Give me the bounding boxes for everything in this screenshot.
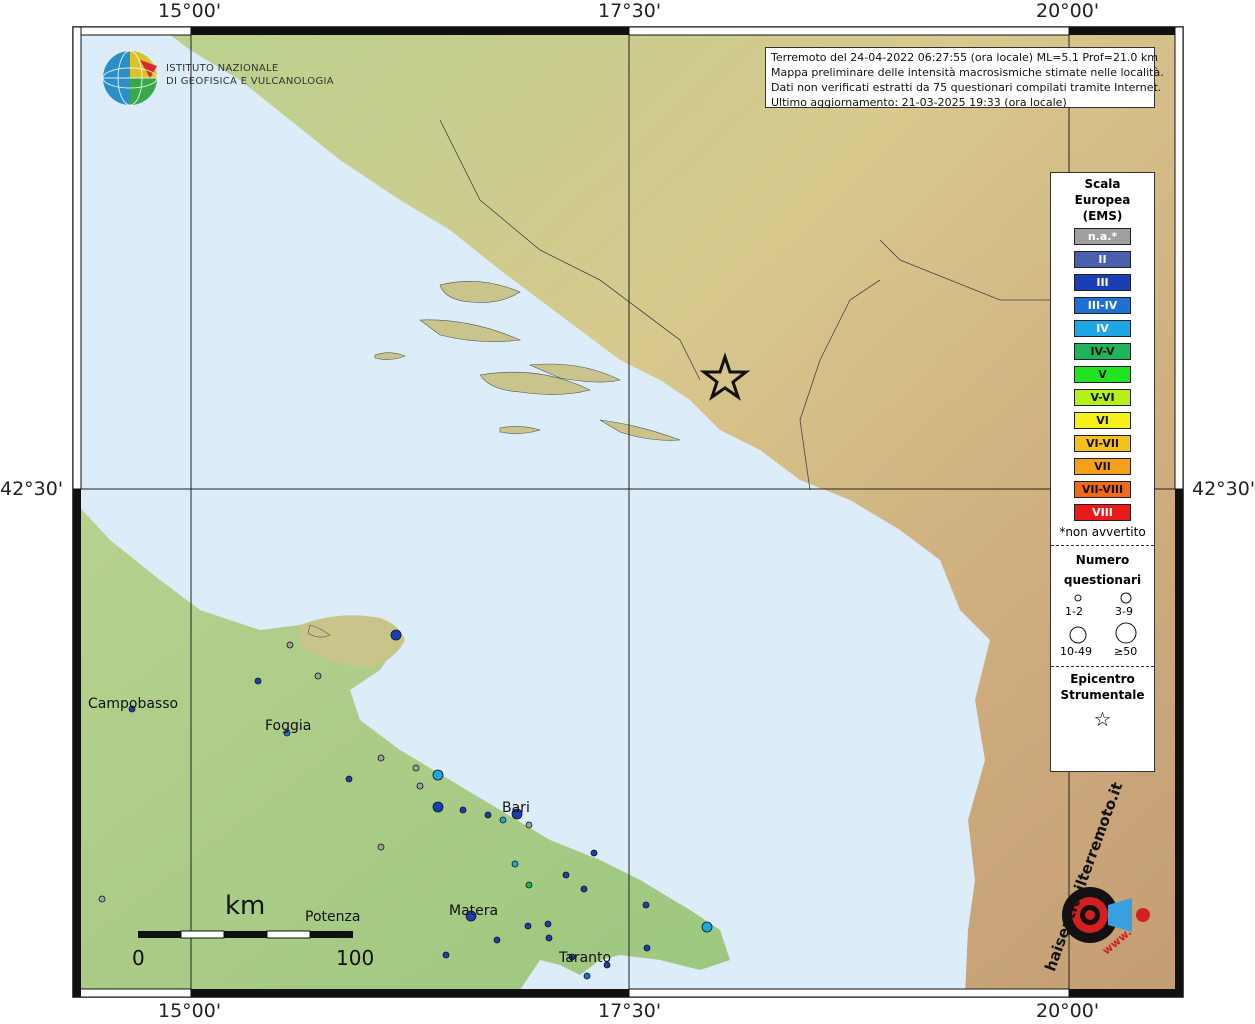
scale-bar [138,930,353,939]
count-10-49: 10-49 [1060,645,1092,658]
legend-swatch-vii: VII [1074,458,1131,475]
legend-swatch-iv: IV [1074,320,1131,337]
scale-unit: km [225,891,266,921]
legend-swatch-v-vi: V-VI [1074,389,1131,406]
ingv-logo-text: ISTITUTO NAZIONALE DI GEOFISICA E VULCAN… [166,63,334,87]
coord-right: 42°30' [1192,478,1255,500]
city-foggia: Foggia [265,718,312,734]
event-info-line1: Terremoto del 24-04-2022 06:27:55 (ora l… [771,51,1159,64]
legend-swatch-vi-vii: VI-VII [1074,435,1131,452]
legend-panel: Scala Europea (EMS) n.a.* II III III-IV IV IV… [1050,172,1155,772]
legend-count-symbols: 1-2 3-9 10-49 ≥50 [1051,590,1154,660]
legend-swatch-vi: VI [1074,412,1131,429]
count-3-9: 3-9 [1115,605,1133,618]
legend-epicenter-title: Epicentro Strumentale [1060,672,1145,702]
coord-top-2: 17°30' [598,0,662,22]
coord-bottom-1: 15°00' [158,1000,222,1022]
count-1-2: 1-2 [1065,605,1083,618]
coord-top-1: 15°00' [158,0,222,22]
city-campobasso: Campobasso [88,696,179,712]
city-matera: Matera [449,903,499,919]
event-info-line3: Dati non verificati estratti da 75 quest… [771,81,1162,94]
coord-top-3: 20°00' [1036,0,1100,22]
ingv-logo-icon [102,50,158,106]
coord-left: 42°30' [0,478,64,500]
legend-not-felt: *non avvertito [1059,525,1146,539]
coord-bottom-2: 17°30' [598,1000,662,1022]
legend-swatch-iv-v: IV-V [1074,343,1131,360]
legend-swatch-v: V [1074,366,1131,383]
coord-bottom-3: 20°00' [1036,1000,1100,1022]
city-potenza: Potenza [305,909,361,925]
legend-swatch-iii-iv: III-IV [1074,297,1131,314]
legend-swatch-vii-viii: VII-VIII [1074,481,1131,498]
epicenter-star-icon: ☆ [1093,707,1112,731]
city-bari: Bari [502,800,530,816]
legend-title: Scala Europea (EMS) [1074,177,1131,223]
legend-swatches: n.a.* II III III-IV IV IV-V V V-VI VI VI-VII VII VI… [1051,228,1154,521]
legend-swatch-ii: II [1074,251,1131,268]
scale-max: 100 [336,946,375,970]
city-taranto: Taranto [559,950,612,966]
legend-count-title: Numero questionari [1063,553,1142,587]
legend-swatch-viii: VIII [1074,504,1131,521]
legend-swatch-iii: III [1074,274,1131,291]
event-info-line4: Ultimo aggiornamento: 21-03-2025 19:33 (… [771,96,1067,109]
event-info-box: Terremoto del 24-04-2022 06:27:55 (ora l… [765,47,1164,109]
event-info-line2: Mappa preliminare delle intensità macros… [771,66,1164,79]
scale-min: 0 [132,946,145,970]
count-50: ≥50 [1114,645,1138,658]
legend-swatch-n-a-: n.a.* [1074,228,1131,245]
